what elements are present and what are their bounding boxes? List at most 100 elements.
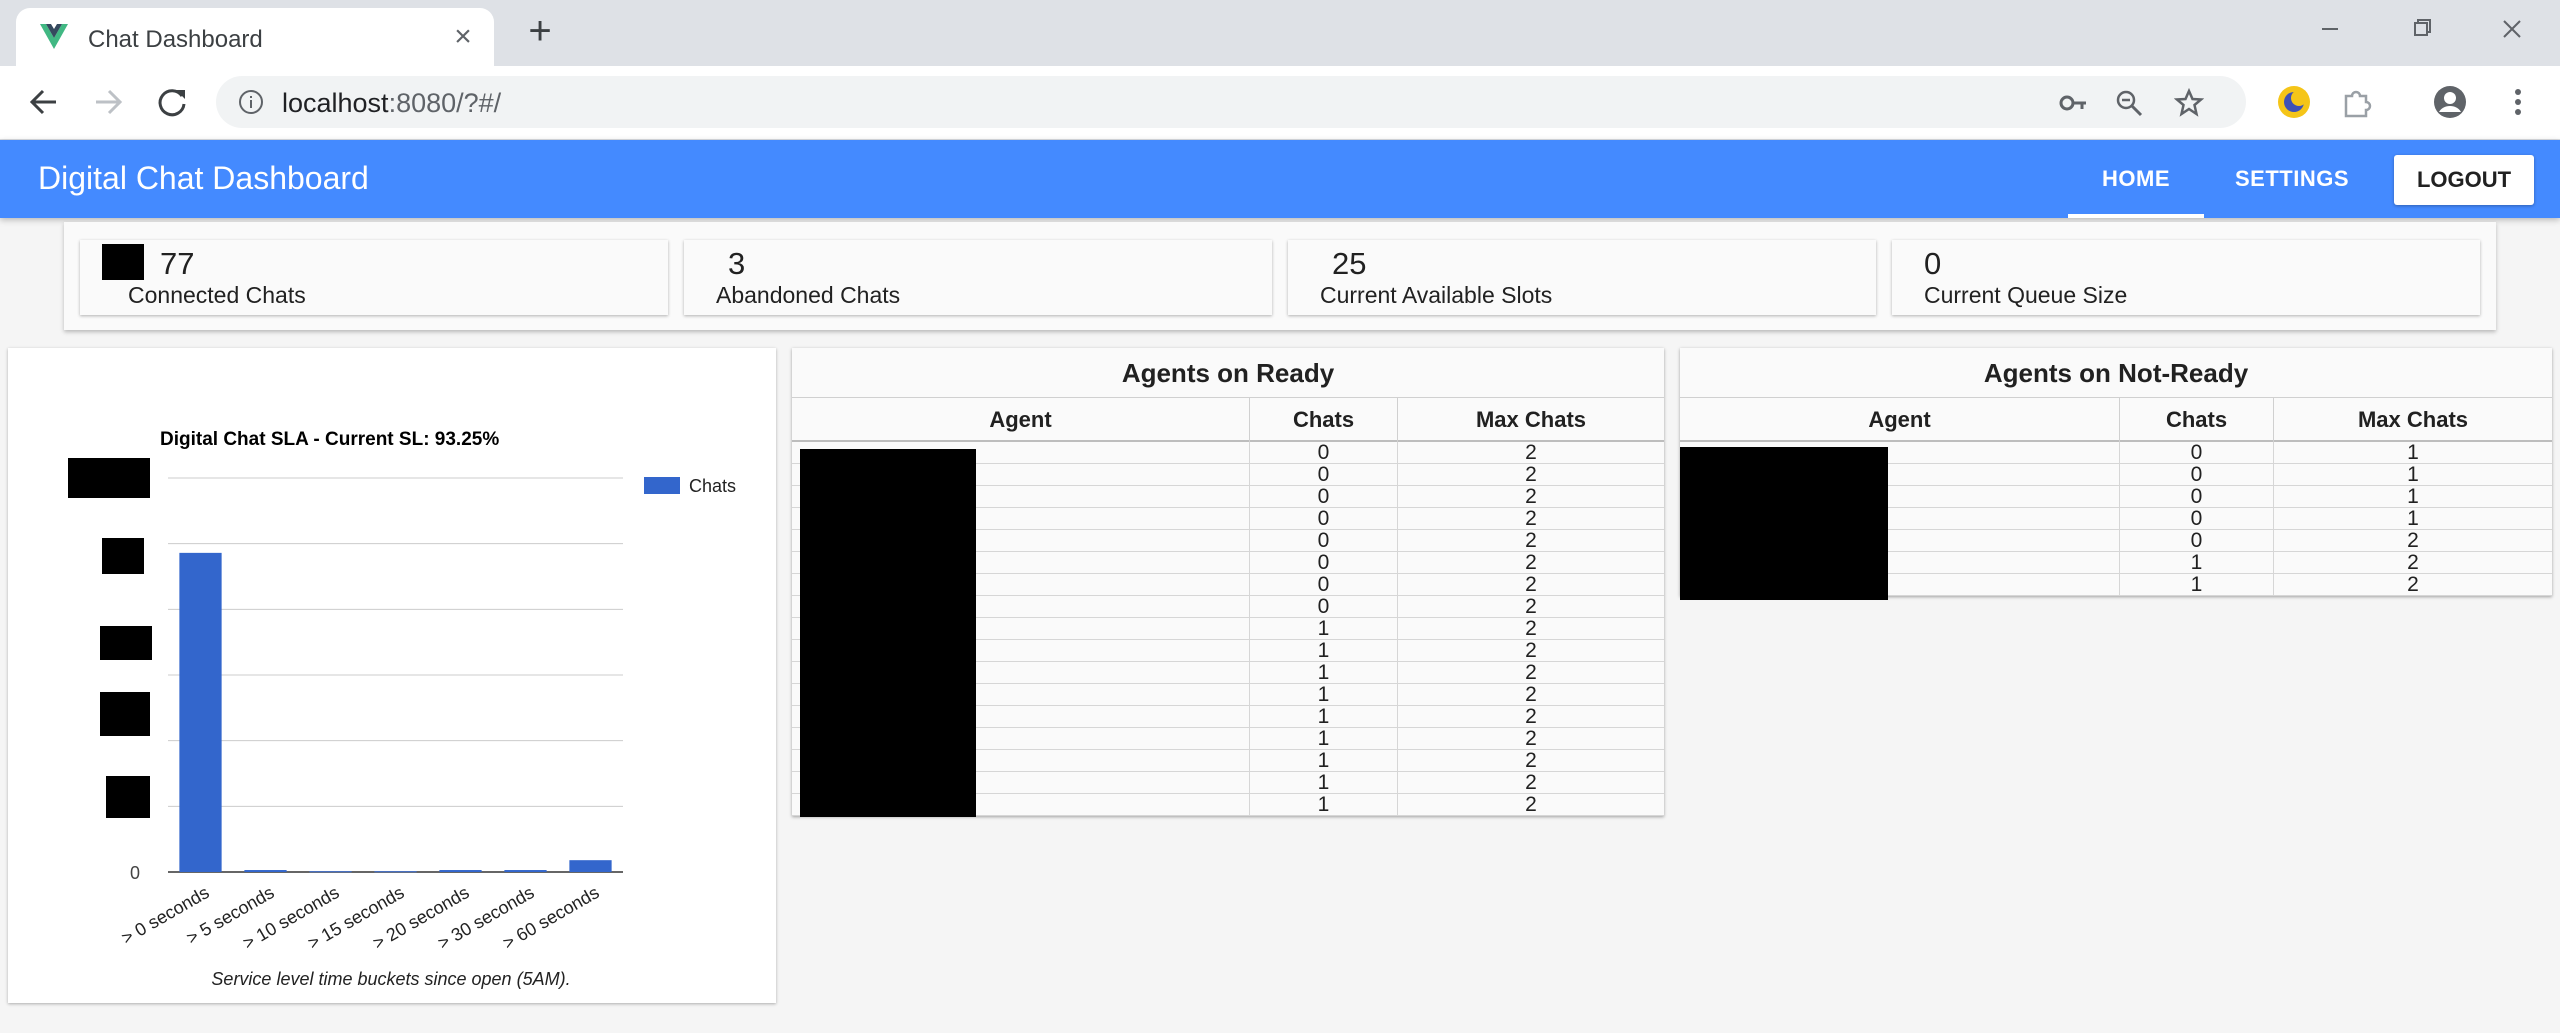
column-header-agent[interactable]: Agent	[1680, 398, 2120, 442]
max-chats-cell: 1	[2407, 463, 2419, 486]
max-chats-cell: 2	[1525, 705, 1537, 728]
chats-cell: 1	[1250, 794, 1398, 816]
chats-cell: 0	[1250, 574, 1398, 596]
max-chats-cell: 2	[1525, 551, 1537, 574]
close-window-icon[interactable]	[2492, 12, 2532, 46]
puzzle-extension-icon[interactable]	[2338, 84, 2374, 120]
max-chats-cell: 2	[1525, 639, 1537, 662]
redaction-box	[102, 538, 144, 574]
column-header-agent[interactable]: Agent	[792, 398, 1250, 442]
stat-value: 77	[160, 246, 195, 281]
tab-settings[interactable]: SETTINGS	[2220, 140, 2364, 218]
max-chats-cell: 2	[1525, 573, 1537, 596]
x-axis-label: Service level time buckets since open (5…	[211, 969, 570, 989]
chats-cell: 1	[1250, 750, 1398, 772]
chats-cell: 0	[2120, 530, 2274, 552]
max-chats-cell: 1	[2407, 485, 2419, 508]
max-chats-cell: 2	[2407, 529, 2419, 552]
redaction-box	[800, 449, 976, 817]
stat-value: 3	[728, 246, 746, 281]
chats-cell: 1	[2120, 552, 2274, 574]
agents-ready-table: Agents on Ready Agent Chats Max Chats 0 2…	[792, 348, 1664, 817]
chats-cell: 0	[1250, 464, 1398, 486]
stat-label: Connected Chats	[128, 282, 306, 308]
chats-cell: 0	[2120, 442, 2274, 464]
restore-icon[interactable]	[2402, 12, 2442, 46]
max-chats-cell: 2	[1525, 727, 1537, 750]
max-chats-cell: 2	[2407, 551, 2419, 574]
redaction-box	[68, 458, 150, 498]
stat-label: Current Queue Size	[1924, 282, 2128, 308]
legend-label: Chats	[689, 476, 736, 496]
chats-cell: 1	[1250, 706, 1398, 728]
bar	[244, 870, 287, 872]
table-header: Agent Chats Max Chats	[1680, 398, 2552, 442]
chats-cell: 0	[2120, 508, 2274, 530]
table-header: Agent Chats Max Chats	[792, 398, 1664, 442]
chats-cell: 0	[1250, 508, 1398, 530]
max-chats-cell: 2	[1525, 595, 1537, 618]
bar	[179, 552, 222, 872]
dark-mode-extension-icon[interactable]	[2276, 84, 2312, 120]
stat-card-queue-size: 0 Current Queue Size	[1892, 240, 2480, 315]
tab-home[interactable]: HOME	[2068, 140, 2204, 218]
menu-kebab-icon[interactable]	[2500, 84, 2536, 120]
y-tick-label: 0	[130, 863, 140, 883]
max-chats-cell: 2	[1525, 771, 1537, 794]
chats-cell: 1	[1250, 728, 1398, 750]
vue-logo-icon	[40, 24, 68, 49]
browser-tabstrip: Chat Dashboard × +	[0, 0, 2560, 66]
chats-cell: 1	[1250, 640, 1398, 662]
back-arrow-icon[interactable]	[24, 82, 64, 122]
logout-button[interactable]: LOGOUT	[2394, 155, 2534, 205]
redaction-box	[102, 244, 144, 280]
chats-cell: 1	[1250, 684, 1398, 706]
chats-cell: 0	[1250, 596, 1398, 618]
max-chats-cell: 2	[1525, 529, 1537, 552]
forward-arrow-icon[interactable]	[88, 82, 128, 122]
agents-not-ready-table: Agents on Not-Ready Agent Chats Max Chat…	[1680, 348, 2552, 600]
chats-cell: 0	[1250, 486, 1398, 508]
max-chats-cell: 2	[1525, 485, 1537, 508]
browser-tab[interactable]: Chat Dashboard ×	[16, 8, 494, 66]
column-header-chats[interactable]: Chats	[1250, 398, 1398, 442]
minimize-icon[interactable]	[2310, 12, 2350, 46]
max-chats-cell: 2	[1525, 793, 1537, 816]
close-tab-icon[interactable]: ×	[448, 22, 478, 52]
column-header-max-chats[interactable]: Max Chats	[2274, 398, 2552, 442]
sla-chart-card: Digital Chat SLA - Current SL: 93.25% 0 > …	[8, 348, 776, 1003]
address-bar[interactable]: localhost:8080/?#/	[216, 76, 2246, 128]
chats-cell: 0	[1250, 442, 1398, 464]
new-tab-icon[interactable]: +	[522, 11, 558, 51]
bookmark-star-icon[interactable]	[2174, 88, 2204, 118]
stat-card-abandoned-chats: 3 Abandoned Chats	[684, 240, 1272, 315]
sla-bar-chart: Digital Chat SLA - Current SL: 93.25%0> …	[68, 429, 736, 989]
max-chats-cell: 2	[1525, 463, 1537, 486]
chats-cell: 1	[1250, 772, 1398, 794]
max-chats-cell: 2	[1525, 661, 1537, 684]
column-header-chats[interactable]: Chats	[2120, 398, 2274, 442]
max-chats-cell: 1	[2407, 441, 2419, 464]
max-chats-cell: 2	[1525, 507, 1537, 530]
chats-cell: 0	[1250, 530, 1398, 552]
tab-title: Chat Dashboard	[88, 26, 263, 53]
bar	[439, 870, 482, 872]
profile-avatar-icon[interactable]	[2432, 84, 2468, 120]
app-title: Digital Chat Dashboard	[38, 160, 369, 196]
max-chats-cell: 2	[2407, 573, 2419, 596]
chats-cell: 1	[1250, 618, 1398, 640]
column-header-max-chats[interactable]: Max Chats	[1398, 398, 1664, 442]
chart-title: Digital Chat SLA - Current SL: 93.25%	[160, 429, 499, 450]
key-icon[interactable]	[2058, 88, 2088, 118]
chats-cell: 0	[2120, 464, 2274, 486]
redaction-box	[1680, 447, 1888, 600]
bar	[309, 871, 352, 873]
zoom-out-icon[interactable]	[2114, 88, 2144, 118]
url-text: localhost:8080/?#/	[282, 88, 502, 118]
table-title: Agents on Not-Ready	[1680, 348, 2552, 398]
chats-cell: 1	[2120, 574, 2274, 596]
info-icon[interactable]	[238, 89, 264, 115]
stat-label: Abandoned Chats	[716, 282, 901, 308]
redaction-box	[100, 626, 152, 660]
reload-icon[interactable]	[152, 82, 192, 122]
